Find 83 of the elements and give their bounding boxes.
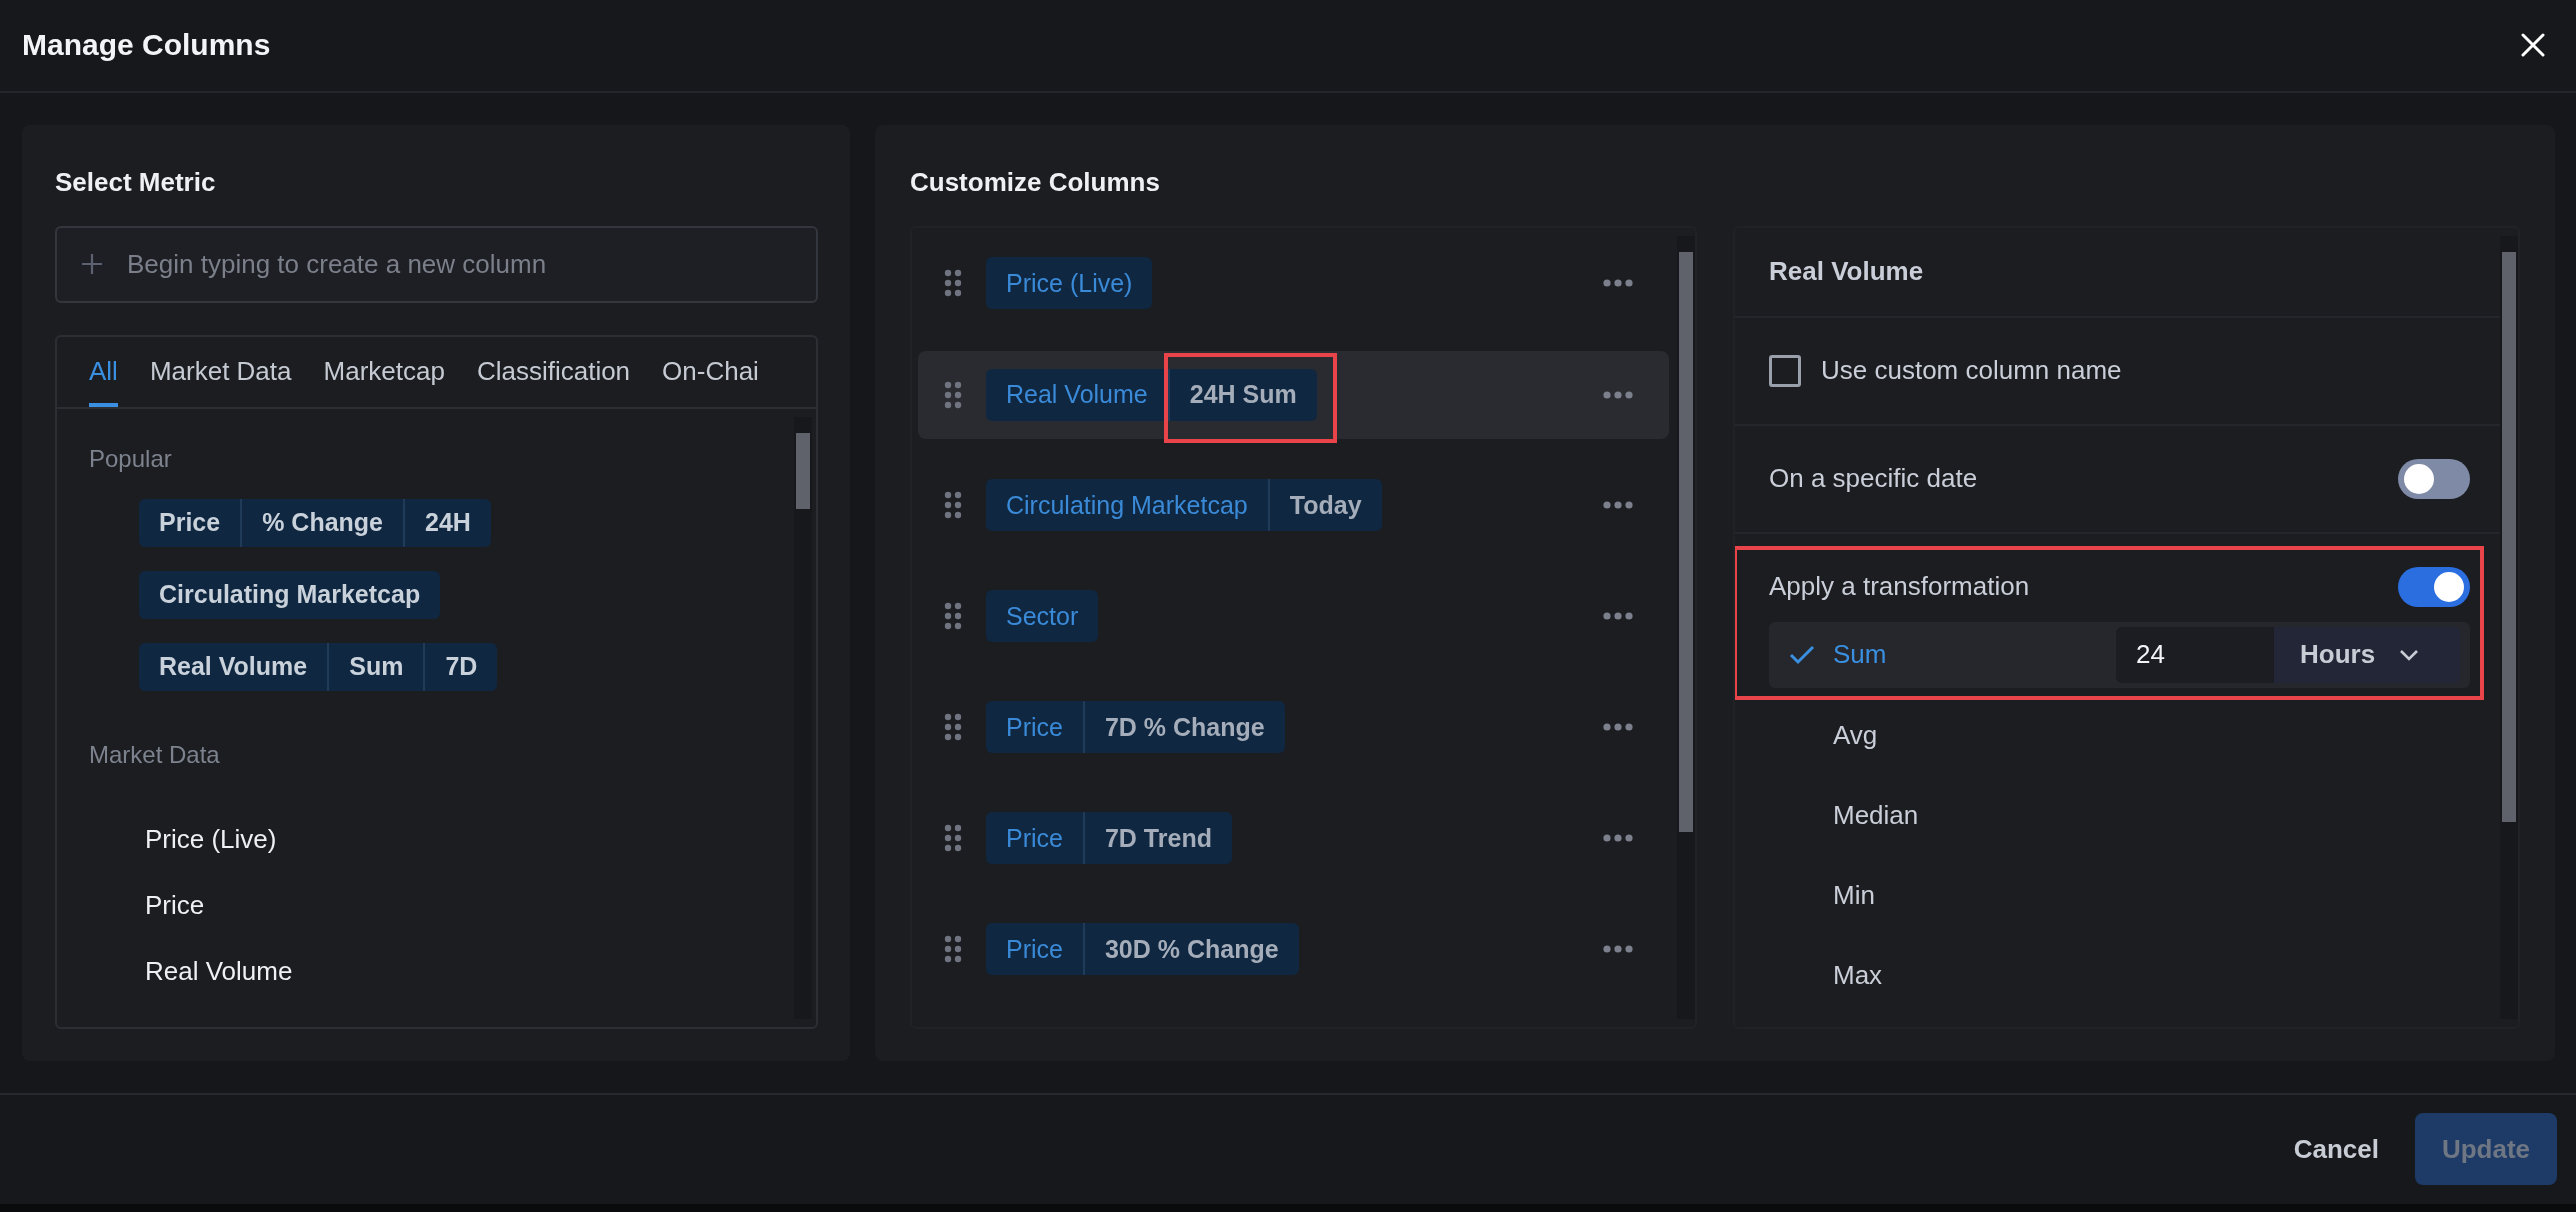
drag-handle-icon	[944, 269, 962, 298]
option-row[interactable]: Max	[1769, 935, 2470, 1016]
column-row[interactable]: Price 30D % Change	[918, 893, 1669, 1005]
chip-label: 7D	[423, 642, 498, 691]
chip-label: Circulating Marketcap	[1005, 489, 1249, 521]
scrollbar[interactable]	[794, 416, 812, 1019]
column-row[interactable]: Price (Live)	[918, 227, 1669, 339]
column-row[interactable]: Circulating Marketcap Today	[918, 449, 1669, 561]
column-chip[interactable]: Price 7D Trend	[986, 812, 1232, 865]
setting-label: Apply a transformation	[1769, 571, 2030, 603]
column-chip[interactable]: Circulating Marketcap Today	[986, 479, 1382, 532]
chip-label: 7D % Change	[1082, 701, 1285, 754]
option-row[interactable]: Median	[1769, 775, 2470, 856]
chip-label: Sum	[327, 642, 424, 691]
settings-title: Real Volume	[1769, 256, 1924, 288]
metric-item[interactable]: Real Volume	[89, 938, 762, 1005]
drag-handle-icon	[944, 491, 962, 520]
dialog-title: Manage Columns	[22, 28, 271, 63]
ellipsis-icon	[1603, 834, 1633, 843]
ellipsis-icon	[1603, 612, 1633, 621]
drag-handle-icon	[944, 713, 962, 742]
scrollbar[interactable]	[1677, 235, 1695, 1019]
column-chip[interactable]: Price 7D % Change	[986, 701, 1285, 754]
ellipsis-icon	[1603, 390, 1633, 399]
checkbox[interactable]	[1769, 354, 1801, 387]
checkbox-label: Use custom column name	[1821, 355, 2122, 387]
panel-title: Select Metric	[55, 166, 217, 198]
metric-chip[interactable]: Circulating Marketcap	[139, 570, 441, 619]
chip-label: Price	[1005, 822, 1064, 854]
chip-label: 24H	[403, 498, 491, 547]
check-icon	[1789, 643, 1815, 666]
plus-icon	[81, 253, 103, 276]
search-field[interactable]: Begin typing to create a new column	[55, 225, 818, 303]
option-row[interactable]: Avg	[1769, 695, 2470, 776]
chevron-down-icon	[2399, 648, 2420, 661]
ellipsis-icon	[1603, 945, 1633, 954]
column-row[interactable]: Price 7D % Change	[918, 671, 1669, 783]
chip-label: Price	[158, 507, 222, 539]
chip-label: 24H Sum	[1167, 368, 1317, 421]
section-heading: Market Data	[89, 739, 221, 770]
metric-chip[interactable]: Real Volume Sum 7D	[139, 642, 498, 691]
drag-handle-icon	[944, 824, 962, 853]
panel-title: Customize Columns	[910, 166, 1161, 198]
toggle-switch[interactable]	[2398, 566, 2470, 607]
section-heading: Popular	[89, 443, 173, 474]
chip-label: Today	[1267, 479, 1382, 532]
category-tab[interactable]: Market Data	[149, 336, 292, 407]
chip-label: Price	[1005, 711, 1064, 743]
scrollbar[interactable]	[2500, 235, 2518, 1019]
setting-label: On a specific date	[1769, 463, 1978, 495]
chip-label: Real Volume	[1005, 379, 1149, 411]
toggle-switch[interactable]	[2398, 458, 2470, 499]
chip-label: Real Volume	[158, 651, 309, 683]
column-row[interactable]: Sector	[918, 560, 1669, 672]
unit-dropdown[interactable]: Hours	[2274, 626, 2460, 683]
category-tab[interactable]: On-Chai	[662, 336, 759, 407]
ellipsis-icon	[1603, 501, 1633, 510]
metric-chip[interactable]: Price % Change 24H	[139, 498, 491, 547]
ellipsis-icon	[1603, 279, 1633, 288]
option-row[interactable]: Min	[1769, 855, 2470, 936]
drag-handle-icon	[944, 935, 962, 964]
column-chip[interactable]: Real Volume 24H Sum	[986, 368, 1317, 421]
category-tab[interactable]: Classification	[476, 336, 631, 407]
close-icon	[2520, 32, 2546, 59]
column-chip[interactable]: Sector	[986, 590, 1099, 643]
chip-label: % Change	[240, 498, 404, 547]
option-row[interactable]: Sum 24 Hours	[1769, 621, 2470, 688]
category-tab[interactable]: All	[89, 336, 118, 407]
column-chip[interactable]: Price (Live)	[986, 257, 1153, 310]
chip-label: 30D % Change	[1082, 923, 1299, 976]
drag-handle-icon	[944, 602, 962, 631]
column-row[interactable]: Price 7D Trend	[918, 782, 1669, 894]
chip-label: 7D Trend	[1082, 812, 1232, 865]
drag-handle-icon	[944, 380, 962, 409]
amount-field[interactable]: 24	[2116, 626, 2274, 683]
column-chip[interactable]: Price 30D % Change	[986, 923, 1299, 976]
metric-item[interactable]: Price (Live)	[89, 806, 762, 873]
text-input[interactable]: Begin typing to create a new column	[125, 247, 796, 281]
metric-item[interactable]: Price	[89, 872, 762, 939]
ellipsis-icon	[1603, 723, 1633, 732]
chip-label: Price	[1005, 933, 1064, 965]
category-tab[interactable]: Marketcap	[323, 336, 445, 407]
cancel-button[interactable]: Cancel	[2293, 1123, 2379, 1175]
